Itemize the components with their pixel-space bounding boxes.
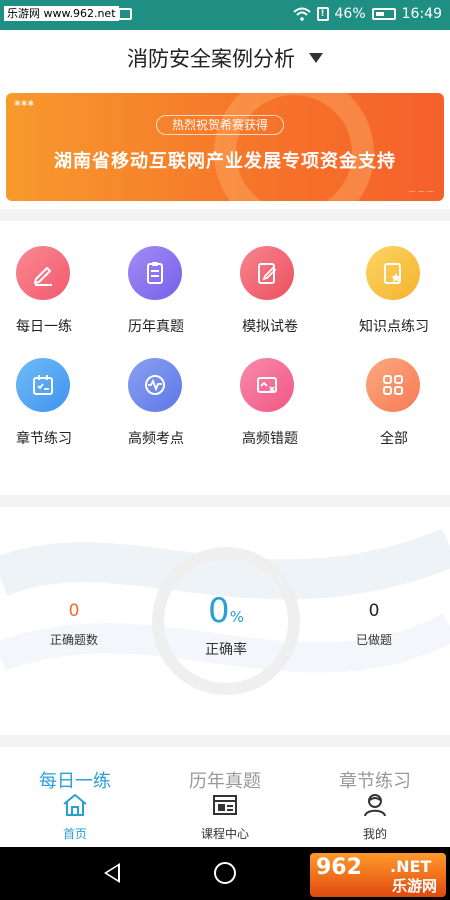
brand-number: 962 — [316, 855, 362, 880]
nav-home[interactable]: 首页 — [0, 791, 150, 842]
alert-icon: ! — [316, 7, 329, 21]
title-bar[interactable]: 消防安全案例分析 — [0, 30, 450, 85]
accuracy-number: 0 — [208, 591, 230, 631]
banner-fineprint: — — — — [408, 187, 434, 195]
banner-pill: 热烈祝贺希赛获得 — [156, 115, 284, 135]
correct-count-label: 正确题数 — [49, 633, 98, 647]
brand-suffix: .NET — [390, 857, 432, 876]
accuracy-unit: % — [229, 608, 244, 626]
promo-banner[interactable]: ✱✱✱ 热烈祝贺希赛获得 湖南省移动互联网产业发展专项资金支持 — — — — [6, 93, 444, 201]
feature-label: 高频错题 — [242, 431, 298, 447]
pencil-icon — [16, 246, 70, 300]
feature-label: 知识点练习 — [359, 319, 429, 335]
correct-count-value: 0 — [68, 601, 80, 621]
calendar-check-icon — [16, 358, 70, 412]
nav-home-label: 首页 — [62, 827, 87, 841]
system-nav-bar: 962 .NET 乐游网 — [0, 847, 450, 900]
nav-courses[interactable]: 课程中心 — [150, 791, 300, 842]
nav-profile-label: 我的 — [362, 827, 387, 841]
banner-logo-icon: ✱✱✱ — [14, 99, 35, 108]
course-icon — [213, 795, 237, 815]
banner-section: ✱✱✱ 热烈祝贺希赛获得 湖南省移动互联网产业发展专项资金支持 — — — — [0, 85, 450, 209]
error-card-icon — [240, 358, 294, 412]
bottom-section: 每日一练 历年真题 章节练习 首页 课程中心 我的 — [0, 747, 450, 847]
done-count-label: 已做题 — [355, 633, 392, 647]
page-title[interactable]: 消防安全案例分析 — [127, 43, 295, 73]
feature-label: 章节练习 — [16, 431, 72, 447]
home-button-icon[interactable] — [214, 862, 236, 884]
wifi-icon — [292, 7, 311, 21]
feature-label: 模拟试卷 — [242, 319, 298, 335]
clipboard-icon — [128, 246, 182, 300]
done-count-value: 0 — [368, 601, 380, 621]
watermark-label: 乐游网 www.962.net — [4, 6, 119, 21]
grid-icon — [366, 358, 420, 412]
feature-label: 全部 — [380, 431, 408, 447]
feature-label: 每日一练 — [16, 319, 72, 335]
feature-label: 高频考点 — [128, 431, 184, 447]
home-icon — [63, 794, 87, 816]
star-doc-icon — [366, 246, 420, 300]
brand-watermark: 962 .NET 乐游网 — [310, 853, 446, 897]
status-bar: 乐游网 www.962.net ! 46% 16:49 — [0, 0, 450, 30]
accuracy-label: 正确率 — [205, 642, 247, 658]
stats-panel: 0 正确题数 0% 正确率 0 已做题 — [0, 507, 450, 735]
feature-label: 历年真题 — [128, 319, 184, 335]
accuracy-value: 0% — [152, 591, 300, 631]
back-icon[interactable] — [104, 863, 120, 883]
nav-profile[interactable]: 我的 — [300, 791, 450, 842]
image-notification-icon — [118, 8, 132, 20]
dropdown-caret-icon[interactable] — [309, 52, 323, 63]
battery-percent: 46% — [334, 6, 366, 22]
pulse-icon — [128, 358, 182, 412]
tab-past-exams[interactable]: 历年真题 — [150, 767, 300, 793]
status-right: ! 46% 16:49 — [292, 6, 442, 22]
brand-name: 乐游网 — [392, 877, 438, 895]
banner-headline: 湖南省移动互联网产业发展专项资金支持 — [54, 151, 396, 172]
nav-courses-label: 课程中心 — [200, 827, 249, 841]
tab-daily-practice[interactable]: 每日一练 — [0, 767, 150, 793]
feature-grid: 每日一练 历年真题 模拟试卷 知识点练习 章节练习 高频考点 高频错题 全部 — [0, 221, 450, 495]
user-icon — [364, 794, 386, 817]
edit-paper-icon — [240, 246, 294, 300]
clock: 16:49 — [401, 6, 442, 22]
tab-chapter-practice[interactable]: 章节练习 — [300, 767, 450, 793]
battery-icon — [371, 8, 396, 20]
